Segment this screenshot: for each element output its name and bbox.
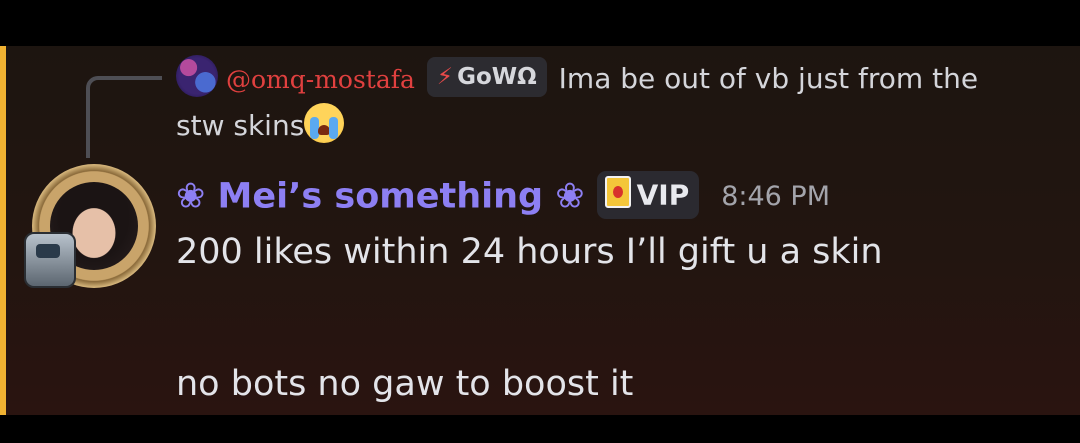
- reply-author-tag[interactable]: ⚡ GoWΩ: [426, 57, 547, 97]
- message-author-name[interactable]: ❀ Mei’s something ❀: [176, 177, 585, 217]
- loudly-crying-face-emoji: [304, 103, 345, 143]
- message-header: ❀ Mei’s something ❀ VIP 8:46 PM: [176, 168, 830, 224]
- mention-highlight-bar: [0, 46, 6, 415]
- message-line: no bots no gaw to boost it: [176, 364, 634, 404]
- reply-preview[interactable]: @omq-mostafa ⚡ GoWΩ Ima be out of vb just f…: [176, 55, 1056, 149]
- highlighted-message[interactable]: @omq-mostafa ⚡ GoWΩ Ima be out of vb just f…: [0, 46, 1080, 415]
- role-badge[interactable]: VIP: [596, 170, 700, 219]
- message-author-avatar[interactable]: [24, 158, 158, 292]
- reply-text-line2: stw skins: [176, 109, 305, 142]
- reply-connector: [86, 76, 162, 158]
- reply-author-avatar[interactable]: [176, 55, 218, 97]
- vip-shield-icon: [604, 176, 631, 208]
- lightning-bolt-icon: ⚡: [436, 64, 454, 90]
- role-badge-label: VIP: [636, 178, 690, 211]
- avatar-decoration-robot: [24, 232, 76, 288]
- reply-text-line1: Ima be out of vb just from the: [558, 62, 979, 95]
- reply-author-tag-label: GoWΩ: [457, 64, 537, 90]
- message-timestamp[interactable]: 8:46 PM: [721, 181, 830, 212]
- message-line: 200 likes within 24 hours I’ll gift u a …: [176, 232, 883, 272]
- reply-author-name[interactable]: @omq-mostafa: [226, 65, 415, 94]
- screenshot-frame: @omq-mostafa ⚡ GoWΩ Ima be out of vb just f…: [0, 0, 1080, 443]
